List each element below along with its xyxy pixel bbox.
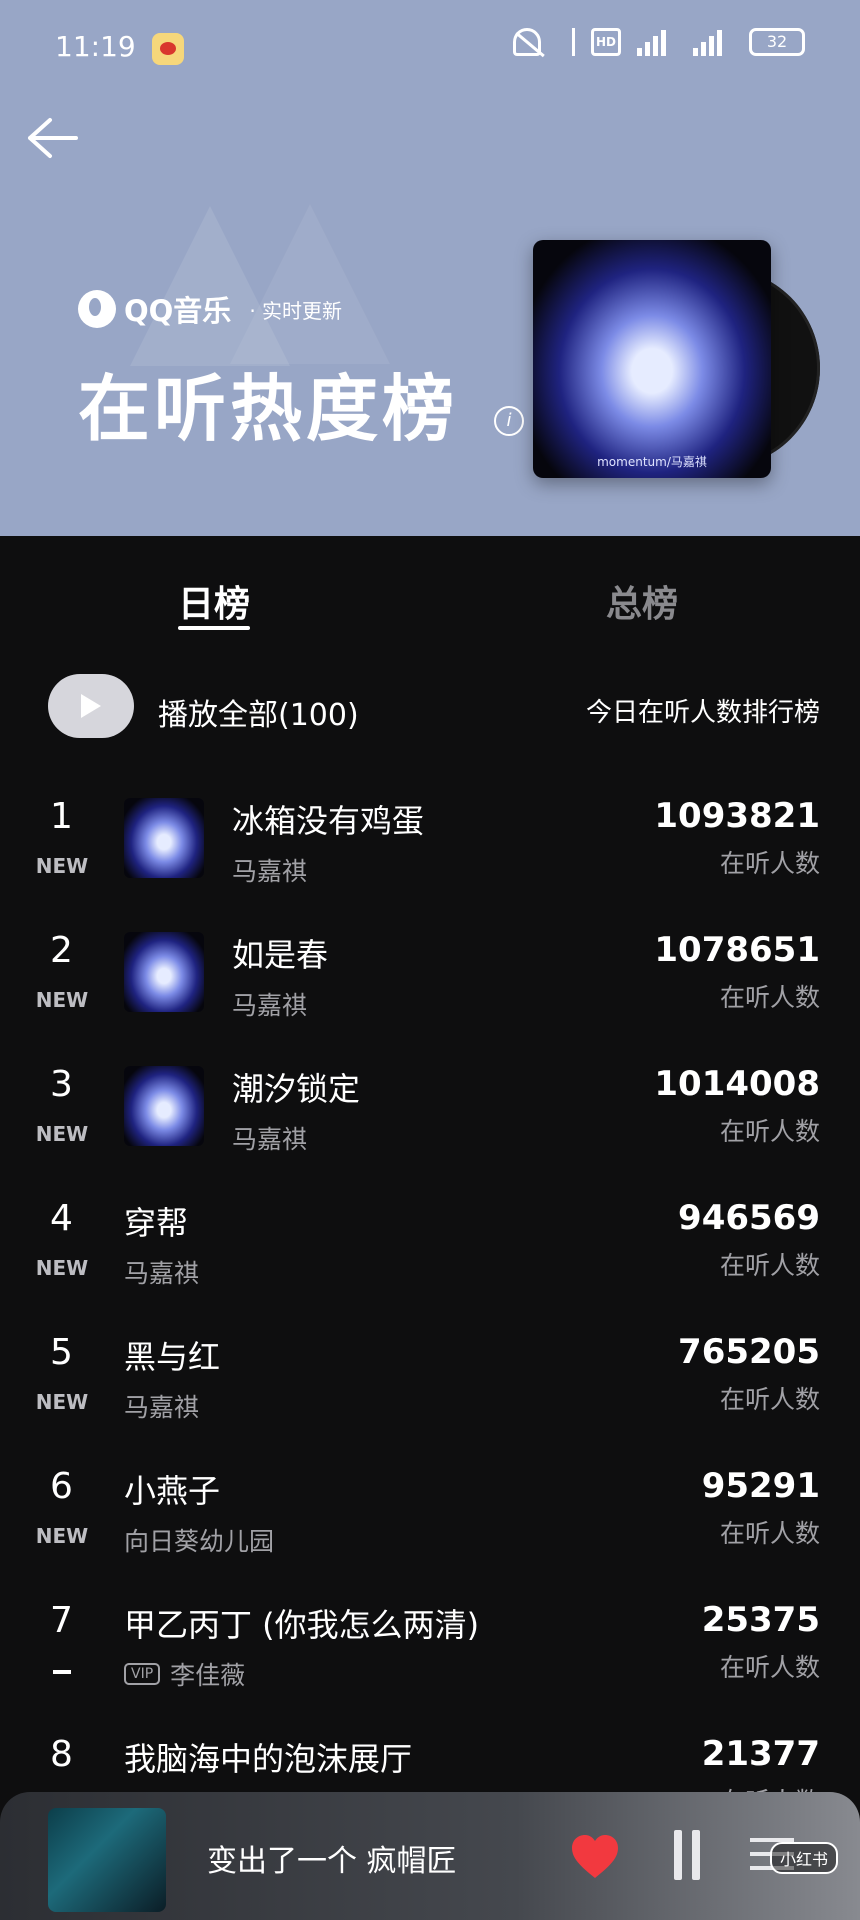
rank-badge: NEW [35, 1524, 89, 1548]
chart-header: 11:19 HD 32 QQ音乐 · 实时更新 在听热度榜 i momentum… [0, 0, 860, 536]
artist-name: 马嘉祺 [124, 1259, 200, 1288]
listener-count: 1093821 [654, 796, 820, 836]
listener-count: 21377 [701, 1734, 820, 1774]
artist-name: 李佳薇 [170, 1661, 246, 1690]
play-all-button[interactable] [48, 674, 134, 738]
rank-number: 2 [50, 930, 73, 971]
chart-subtitle: 今日在听人数排行榜 [585, 698, 820, 728]
rank-badge: NEW [35, 1256, 89, 1280]
song-title: 如是春 [232, 936, 329, 974]
status-icons: HD 32 [513, 28, 805, 56]
song-artist: VIP 李佳薇 [124, 1656, 245, 1692]
rank-number: 8 [50, 1734, 73, 1775]
xiaohongshu-watermark: 小红书 [770, 1842, 839, 1874]
song-list: 1 NEW 冰箱没有鸡蛋 马嘉祺 1093821 在听人数 2 NEW 如是春 … [0, 786, 860, 1858]
now-playing-cover[interactable] [48, 1808, 166, 1912]
album-cover: momentum/马嘉祺 [533, 240, 771, 478]
back-arrow-icon[interactable] [26, 116, 78, 160]
artist-name: 向日葵幼儿园 [124, 1527, 275, 1556]
listener-count-label: 在听人数 [719, 983, 820, 1012]
rank-number: 7 [50, 1600, 73, 1641]
song-artist: 马嘉祺 [232, 852, 307, 888]
vip-badge: VIP [124, 1663, 161, 1685]
listener-count: 946569 [678, 1198, 820, 1238]
song-title: 穿帮 [124, 1204, 189, 1242]
song-thumbnail [124, 1066, 204, 1146]
song-artist: 马嘉祺 [124, 1388, 199, 1424]
song-artist: 向日葵幼儿园 [124, 1522, 274, 1558]
realtime-tag: · 实时更新 [249, 298, 343, 323]
decor-triangle [230, 204, 390, 364]
listener-count-label: 在听人数 [719, 1117, 820, 1146]
song-title: 甲乙丙丁 (你我怎么两清) [124, 1606, 480, 1644]
song-row[interactable]: 2 NEW 如是春 马嘉祺 1078651 在听人数 [0, 920, 860, 1054]
artist-name: 马嘉祺 [124, 1393, 200, 1422]
info-icon[interactable]: i [494, 406, 524, 436]
rank-number: 3 [50, 1064, 73, 1105]
song-artist: 马嘉祺 [232, 1120, 307, 1156]
listener-count: 1014008 [654, 1064, 820, 1104]
song-row[interactable]: 5 NEW 黑与红 马嘉祺 765205 在听人数 [0, 1322, 860, 1456]
signal-5g-icon [637, 28, 677, 56]
song-title: 小燕子 [124, 1472, 221, 1510]
listener-count: 95291 [701, 1466, 820, 1506]
rank-badge: NEW [35, 1390, 89, 1414]
heart-icon[interactable] [570, 1832, 620, 1882]
tab-active-indicator [178, 626, 250, 630]
listener-count-label: 在听人数 [719, 1251, 820, 1280]
song-thumbnail [124, 932, 204, 1012]
qq-music-logo: QQ音乐 · 实时更新 [78, 288, 342, 330]
song-title: 潮汐锁定 [232, 1070, 361, 1108]
qq-music-note-icon [78, 290, 116, 328]
song-artist: 马嘉祺 [232, 986, 307, 1022]
mute-icon [513, 28, 541, 56]
song-title: 黑与红 [124, 1338, 221, 1376]
status-bar: 11:19 HD 32 [0, 0, 860, 100]
song-thumbnail [124, 798, 204, 878]
listener-count: 25375 [701, 1600, 820, 1640]
song-title: 冰箱没有鸡蛋 [232, 802, 425, 840]
rank-number: 4 [50, 1198, 73, 1239]
mini-player[interactable]: 变出了一个 疯帽匠 小红书 [0, 1792, 860, 1920]
artist-name: 马嘉祺 [232, 857, 308, 886]
song-row[interactable]: 1 NEW 冰箱没有鸡蛋 马嘉祺 1093821 在听人数 [0, 786, 860, 920]
listener-count: 765205 [678, 1332, 820, 1372]
bluetooth-icon [557, 28, 575, 56]
artist-name: 马嘉祺 [232, 1125, 308, 1154]
song-artist: 马嘉祺 [124, 1254, 199, 1290]
brand-name: QQ音乐 [124, 294, 232, 328]
song-row[interactable]: 4 NEW 穿帮 马嘉祺 946569 在听人数 [0, 1188, 860, 1322]
listener-count: 1078651 [654, 930, 820, 970]
pause-icon[interactable] [670, 1830, 704, 1880]
rank-number: 5 [50, 1332, 73, 1373]
chart-tabs: 日榜 总榜 [0, 560, 860, 640]
signal-5g-icon [693, 28, 733, 56]
listener-count-label: 在听人数 [719, 1519, 820, 1548]
song-row[interactable]: 6 NEW 小燕子 向日葵幼儿园 95291 在听人数 [0, 1456, 860, 1590]
cover-caption: momentum/马嘉祺 [597, 455, 707, 469]
listener-count-label: 在听人数 [719, 1385, 820, 1414]
battery-icon: 32 [749, 28, 805, 56]
song-row[interactable]: 3 NEW 潮汐锁定 马嘉祺 1014008 在听人数 [0, 1054, 860, 1188]
tab-daily[interactable]: 日榜 [178, 575, 250, 627]
rank-number: 1 [50, 796, 73, 837]
now-playing-title[interactable]: 变出了一个 疯帽匠 [207, 1836, 457, 1880]
listener-count-label: 在听人数 [719, 849, 820, 878]
artist-name: 马嘉祺 [232, 991, 308, 1020]
hd-icon: HD [591, 28, 621, 56]
rank-badge: NEW [35, 988, 89, 1012]
listener-count-label: 在听人数 [719, 1653, 820, 1682]
weibo-icon [152, 33, 184, 65]
status-time: 11:19 [55, 30, 136, 63]
rank-unchanged-dash [53, 1670, 71, 1674]
rank-badge: NEW [35, 1122, 89, 1146]
play-all-label[interactable]: 播放全部(100) [158, 690, 359, 734]
rank-number: 6 [50, 1466, 73, 1507]
tab-total[interactable]: 总榜 [606, 575, 678, 627]
page-title: 在听热度榜 [78, 367, 459, 451]
song-row[interactable]: 7 甲乙丙丁 (你我怎么两清) VIP 李佳薇 25375 在听人数 [0, 1590, 860, 1724]
rank-badge: NEW [35, 854, 89, 878]
song-title: 我脑海中的泡沫展厅 [124, 1740, 413, 1778]
